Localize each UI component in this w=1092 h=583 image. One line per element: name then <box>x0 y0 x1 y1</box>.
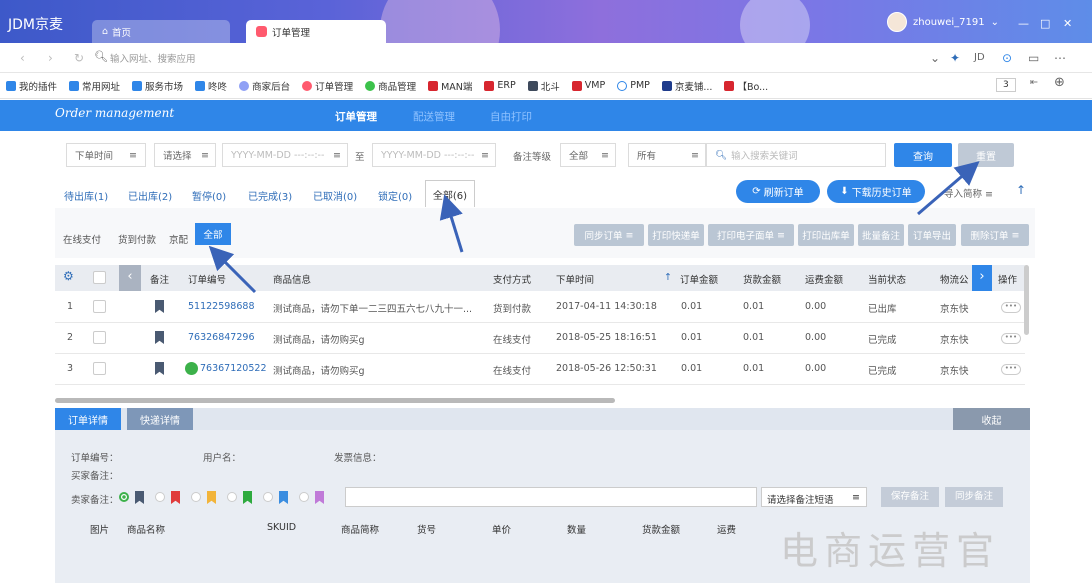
annotation-arrows <box>208 161 980 294</box>
watermark: 电商运营官 <box>780 529 1001 573</box>
arrow-pay-all <box>208 245 257 294</box>
arrow-tab-all <box>439 194 464 253</box>
arrow-reset <box>917 161 980 216</box>
